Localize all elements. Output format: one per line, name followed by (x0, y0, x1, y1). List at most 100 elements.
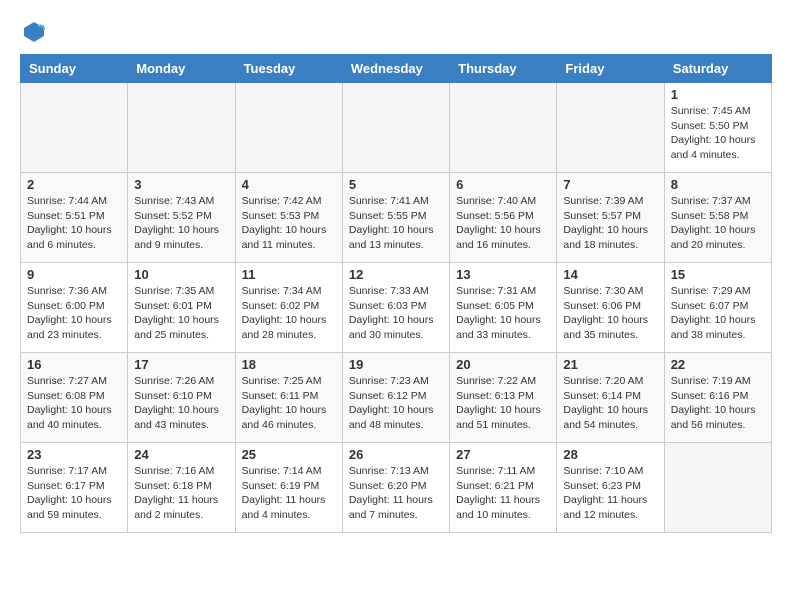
day-number: 5 (349, 177, 443, 192)
calendar-cell: 9 Sunrise: 7:36 AM Sunset: 6:00 PM Daylig… (21, 263, 128, 353)
calendar-cell: 17Sunrise: 7:26 AM Sunset: 6:10 PM Dayli… (128, 353, 235, 443)
day-info: Sunrise: 7:13 AM Sunset: 6:20 PM Dayligh… (349, 464, 443, 523)
day-info: Sunrise: 7:30 AM Sunset: 6:06 PM Dayligh… (563, 284, 657, 343)
calendar-cell: 19 Sunrise: 7:23 AM Sunset: 6:12 PM Dayli… (342, 353, 449, 443)
weekday-header-wednesday: Wednesday (342, 55, 449, 83)
day-number: 22 (671, 357, 765, 372)
calendar-cell: 24 Sunrise: 7:16 AM Sunset: 6:18 PM Dayli… (128, 443, 235, 533)
calendar-cell: 20 Sunrise: 7:22 AM Sunset: 6:13 PM Dayli… (450, 353, 557, 443)
day-number: 26 (349, 447, 443, 462)
weekday-header-saturday: Saturday (664, 55, 771, 83)
calendar-cell: 11 Sunrise: 7:34 AM Sunset: 6:02 PM Dayli… (235, 263, 342, 353)
page-header (20, 20, 772, 44)
day-number: 19 (349, 357, 443, 372)
day-number: 8 (671, 177, 765, 192)
day-number: 9 (27, 267, 121, 282)
day-number: 12 (349, 267, 443, 282)
day-number: 1 (671, 87, 765, 102)
day-info: Sunrise: 7:42 AM Sunset: 5:53 PM Dayligh… (242, 194, 336, 253)
day-info: Sunrise: 7:27 AM Sunset: 6:08 PM Dayligh… (27, 374, 121, 433)
weekday-header-monday: Monday (128, 55, 235, 83)
day-number: 18 (242, 357, 336, 372)
day-number: 23 (27, 447, 121, 462)
weekday-header-sunday: Sunday (21, 55, 128, 83)
day-number: 14 (563, 267, 657, 282)
day-number: 4 (242, 177, 336, 192)
calendar-cell: 22Sunrise: 7:19 AM Sunset: 6:16 PM Dayli… (664, 353, 771, 443)
day-number: 20 (456, 357, 550, 372)
day-number: 2 (27, 177, 121, 192)
calendar-cell: 27 Sunrise: 7:11 AM Sunset: 6:21 PM Dayli… (450, 443, 557, 533)
day-info: Sunrise: 7:25 AM Sunset: 6:11 PM Dayligh… (242, 374, 336, 433)
weekday-header-thursday: Thursday (450, 55, 557, 83)
calendar-cell: 3 Sunrise: 7:43 AM Sunset: 5:52 PM Daylig… (128, 173, 235, 263)
day-info: Sunrise: 7:44 AM Sunset: 5:51 PM Dayligh… (27, 194, 121, 253)
calendar-cell (557, 83, 664, 173)
day-info: Sunrise: 7:22 AM Sunset: 6:13 PM Dayligh… (456, 374, 550, 433)
day-number: 28 (563, 447, 657, 462)
day-info: Sunrise: 7:45 AM Sunset: 5:50 PM Dayligh… (671, 104, 765, 163)
day-info: Sunrise: 7:23 AM Sunset: 6:12 PM Dayligh… (349, 374, 443, 433)
day-info: Sunrise: 7:10 AM Sunset: 6:23 PM Dayligh… (563, 464, 657, 523)
day-info: Sunrise: 7:35 AM Sunset: 6:01 PM Dayligh… (134, 284, 228, 343)
day-number: 17 (134, 357, 228, 372)
calendar-table: SundayMondayTuesdayWednesdayThursdayFrid… (20, 54, 772, 533)
calendar-week-row: 16 Sunrise: 7:27 AM Sunset: 6:08 PM Dayli… (21, 353, 772, 443)
day-number: 27 (456, 447, 550, 462)
calendar-cell: 1 Sunrise: 7:45 AM Sunset: 5:50 PM Daylig… (664, 83, 771, 173)
calendar-week-row: 2 Sunrise: 7:44 AM Sunset: 5:51 PM Daylig… (21, 173, 772, 263)
day-number: 7 (563, 177, 657, 192)
calendar-cell: 13Sunrise: 7:31 AM Sunset: 6:05 PM Dayli… (450, 263, 557, 353)
calendar-cell: 7 Sunrise: 7:39 AM Sunset: 5:57 PM Daylig… (557, 173, 664, 263)
calendar-cell: 6 Sunrise: 7:40 AM Sunset: 5:56 PM Daylig… (450, 173, 557, 263)
calendar-week-row: 9 Sunrise: 7:36 AM Sunset: 6:00 PM Daylig… (21, 263, 772, 353)
day-number: 16 (27, 357, 121, 372)
weekday-header-tuesday: Tuesday (235, 55, 342, 83)
calendar-week-row: 1 Sunrise: 7:45 AM Sunset: 5:50 PM Daylig… (21, 83, 772, 173)
calendar-cell (21, 83, 128, 173)
weekday-header-friday: Friday (557, 55, 664, 83)
calendar-cell: 15 Sunrise: 7:29 AM Sunset: 6:07 PM Dayli… (664, 263, 771, 353)
calendar-cell: 25Sunrise: 7:14 AM Sunset: 6:19 PM Dayli… (235, 443, 342, 533)
day-info: Sunrise: 7:29 AM Sunset: 6:07 PM Dayligh… (671, 284, 765, 343)
calendar-cell: 10 Sunrise: 7:35 AM Sunset: 6:01 PM Dayli… (128, 263, 235, 353)
day-info: Sunrise: 7:36 AM Sunset: 6:00 PM Dayligh… (27, 284, 121, 343)
day-number: 24 (134, 447, 228, 462)
calendar-cell: 4 Sunrise: 7:42 AM Sunset: 5:53 PM Daylig… (235, 173, 342, 263)
calendar-cell (235, 83, 342, 173)
day-info: Sunrise: 7:16 AM Sunset: 6:18 PM Dayligh… (134, 464, 228, 523)
calendar-cell: 5Sunrise: 7:41 AM Sunset: 5:55 PM Daylig… (342, 173, 449, 263)
day-info: Sunrise: 7:20 AM Sunset: 6:14 PM Dayligh… (563, 374, 657, 433)
day-info: Sunrise: 7:43 AM Sunset: 5:52 PM Dayligh… (134, 194, 228, 253)
calendar-cell: 26 Sunrise: 7:13 AM Sunset: 6:20 PM Dayli… (342, 443, 449, 533)
calendar-cell (664, 443, 771, 533)
day-number: 6 (456, 177, 550, 192)
day-info: Sunrise: 7:11 AM Sunset: 6:21 PM Dayligh… (456, 464, 550, 523)
calendar-cell (128, 83, 235, 173)
calendar-cell: 18 Sunrise: 7:25 AM Sunset: 6:11 PM Dayli… (235, 353, 342, 443)
calendar-week-row: 23 Sunrise: 7:17 AM Sunset: 6:17 PM Dayli… (21, 443, 772, 533)
calendar-cell: 28 Sunrise: 7:10 AM Sunset: 6:23 PM Dayli… (557, 443, 664, 533)
logo-icon (22, 20, 46, 44)
calendar-cell: 21 Sunrise: 7:20 AM Sunset: 6:14 PM Dayli… (557, 353, 664, 443)
day-info: Sunrise: 7:17 AM Sunset: 6:17 PM Dayligh… (27, 464, 121, 523)
day-info: Sunrise: 7:39 AM Sunset: 5:57 PM Dayligh… (563, 194, 657, 253)
calendar-cell: 8 Sunrise: 7:37 AM Sunset: 5:58 PM Daylig… (664, 173, 771, 263)
day-number: 3 (134, 177, 228, 192)
day-info: Sunrise: 7:31 AM Sunset: 6:05 PM Dayligh… (456, 284, 550, 343)
calendar-cell: 23 Sunrise: 7:17 AM Sunset: 6:17 PM Dayli… (21, 443, 128, 533)
day-number: 21 (563, 357, 657, 372)
calendar-cell: 16 Sunrise: 7:27 AM Sunset: 6:08 PM Dayli… (21, 353, 128, 443)
calendar-cell: 14 Sunrise: 7:30 AM Sunset: 6:06 PM Dayli… (557, 263, 664, 353)
day-number: 10 (134, 267, 228, 282)
day-info: Sunrise: 7:33 AM Sunset: 6:03 PM Dayligh… (349, 284, 443, 343)
day-number: 25 (242, 447, 336, 462)
day-number: 11 (242, 267, 336, 282)
day-info: Sunrise: 7:37 AM Sunset: 5:58 PM Dayligh… (671, 194, 765, 253)
day-number: 15 (671, 267, 765, 282)
day-info: Sunrise: 7:34 AM Sunset: 6:02 PM Dayligh… (242, 284, 336, 343)
calendar-cell (342, 83, 449, 173)
calendar-cell (450, 83, 557, 173)
calendar-cell: 2 Sunrise: 7:44 AM Sunset: 5:51 PM Daylig… (21, 173, 128, 263)
day-info: Sunrise: 7:40 AM Sunset: 5:56 PM Dayligh… (456, 194, 550, 253)
